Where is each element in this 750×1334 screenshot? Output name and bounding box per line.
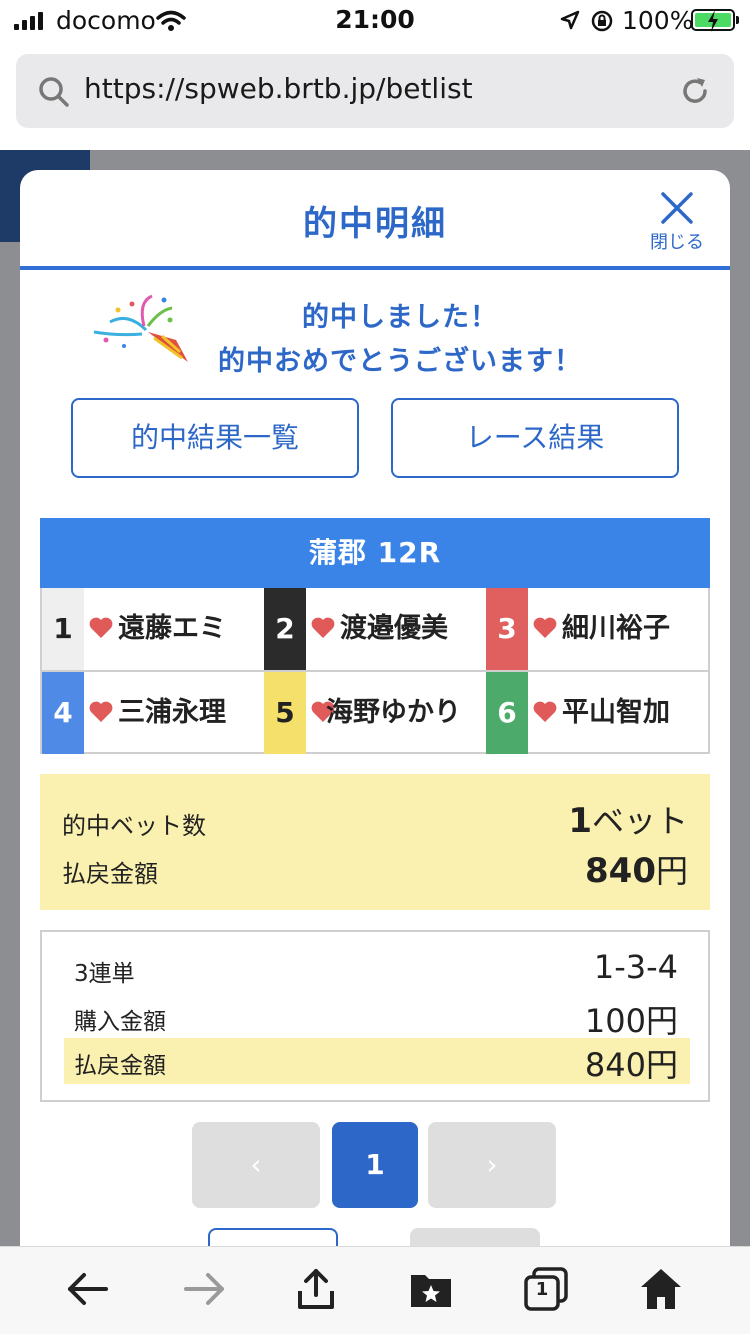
- address-bar[interactable]: https://spweb.brtb.jp/betlist: [16, 54, 734, 128]
- bet-type: 3連単: [74, 961, 135, 987]
- modal-title: 的中明細: [303, 204, 447, 244]
- search-icon: [39, 77, 69, 107]
- bookmarks-icon[interactable]: [407, 1265, 455, 1313]
- heart-icon[interactable]: [310, 616, 336, 640]
- hit-results-list-button[interactable]: 的中結果一覧: [71, 398, 359, 478]
- hit-summary: 的中ベット数 1ベット 払戻金額 840円: [40, 774, 710, 910]
- next-page-button[interactable]: ›: [428, 1122, 556, 1208]
- location-icon: [560, 10, 580, 30]
- purchase-label: 購入金額: [74, 1009, 166, 1035]
- detail-payout-value: 840円: [584, 1046, 678, 1084]
- racer-number: 4: [42, 672, 84, 754]
- close-icon: [661, 192, 693, 224]
- race-results-button[interactable]: レース結果: [391, 398, 679, 478]
- battery-percent: 100%: [622, 6, 694, 35]
- heart-icon[interactable]: [532, 700, 558, 724]
- payout-row: 払戻金額 840円: [64, 1038, 690, 1084]
- racer-3[interactable]: 3 細川裕子: [486, 588, 708, 670]
- racer-6[interactable]: 6 平山智加: [486, 672, 708, 754]
- share-icon[interactable]: [292, 1265, 340, 1313]
- congrats-text: 的中しました！ 的中おめでとうございます！: [180, 296, 620, 384]
- payout-value: 840円: [585, 851, 688, 891]
- race-title: 蒲郡 12R: [40, 518, 710, 588]
- browser-address-area: https://spweb.brtb.jp/betlist: [0, 44, 750, 150]
- hit-details-modal: 的中明細 閉じる 的中しました！ 的中おめでとうございます！ 的中結果一覧 レー…: [20, 170, 730, 1270]
- congrats-line-1: 的中しました！: [302, 302, 498, 333]
- bet-detail-card: 3連単 1-3-4 購入金額 100円 払戻金額 840円: [40, 930, 710, 1102]
- reload-icon[interactable]: [678, 74, 712, 108]
- pagination: ‹ 1 ›: [20, 1122, 730, 1208]
- racer-number: 2: [264, 588, 306, 670]
- bet-type-row: 3連単 1-3-4: [64, 946, 690, 992]
- heart-icon[interactable]: [88, 700, 114, 724]
- racer-1[interactable]: 1 遠藤エミ: [42, 588, 264, 670]
- racer-name: 海野ゆかり: [326, 697, 461, 728]
- status-bar: docomo 21:00 100%: [0, 0, 750, 44]
- purchase-value: 100円: [584, 1002, 678, 1040]
- tabs-count: 1: [535, 1279, 549, 1300]
- purchase-row: 購入金額 100円: [64, 994, 690, 1040]
- forward-arrow-icon[interactable]: [180, 1265, 228, 1313]
- detail-payout-label: 払戻金額: [74, 1053, 166, 1079]
- racer-number: 3: [486, 588, 528, 670]
- congrats-line-2: 的中おめでとうございます！: [218, 346, 582, 377]
- battery-icon: [691, 9, 739, 32]
- racer-name: 平山智加: [562, 697, 670, 728]
- racer-number: 5: [264, 672, 306, 754]
- party-popper-icon: [93, 294, 188, 362]
- racer-number: 6: [486, 672, 528, 754]
- tabs-icon[interactable]: 1: [522, 1265, 570, 1313]
- racer-name: 遠藤エミ: [118, 613, 226, 644]
- current-page-button[interactable]: 1: [332, 1122, 418, 1208]
- orientation-lock-icon: [591, 10, 613, 32]
- browser-toolbar: 1: [0, 1246, 750, 1334]
- congrats-message: 的中しました！ 的中おめでとうございます！: [20, 292, 730, 382]
- racer-number: 1: [42, 588, 84, 670]
- heart-icon[interactable]: [88, 616, 114, 640]
- hit-bets-label: 的中ベット数: [62, 812, 206, 840]
- racer-2[interactable]: 2 渡邉優美: [264, 588, 486, 670]
- racer-4[interactable]: 4 三浦永理: [42, 672, 264, 754]
- prev-page-button[interactable]: ‹: [192, 1122, 320, 1208]
- racer-name: 三浦永理: [118, 697, 226, 728]
- modal-header: 的中明細 閉じる: [20, 170, 730, 270]
- hit-bets-value: 1ベット: [568, 801, 688, 841]
- payout-label: 払戻金額: [62, 860, 158, 888]
- racer-grid: 1 遠藤エミ 2 渡邉優美 3 細川裕子 4 三浦永理 5 海野ゆかり 6 平山…: [40, 588, 710, 754]
- racer-name: 渡邉優美: [340, 613, 448, 644]
- url-text[interactable]: https://spweb.brtb.jp/betlist: [84, 72, 473, 105]
- racer-5[interactable]: 5 海野ゆかり: [264, 672, 486, 754]
- home-icon[interactable]: [637, 1265, 685, 1313]
- back-arrow-icon[interactable]: [64, 1265, 112, 1313]
- close-label: 閉じる: [650, 232, 704, 253]
- close-button[interactable]: 閉じる: [642, 186, 712, 253]
- bet-combination: 1-3-4: [593, 948, 678, 986]
- heart-icon[interactable]: [532, 616, 558, 640]
- racer-name: 細川裕子: [562, 613, 670, 644]
